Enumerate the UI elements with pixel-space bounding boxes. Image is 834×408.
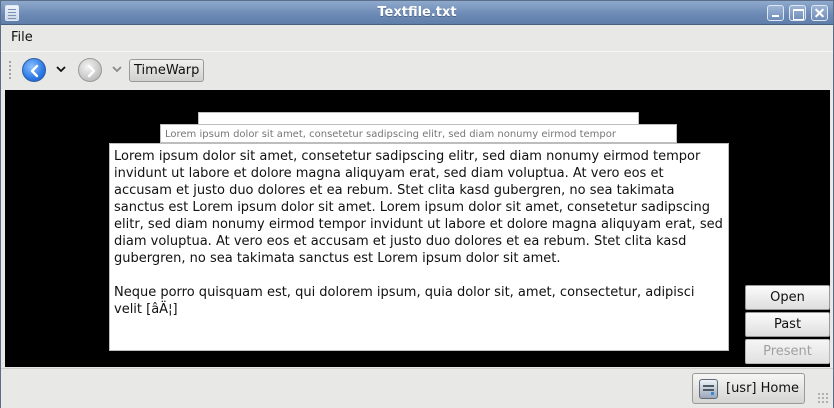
past-button[interactable]: Past xyxy=(745,312,830,337)
back-history-dropdown-icon[interactable] xyxy=(55,63,67,75)
timewarp-document-view[interactable]: Lorem ipsum dolor sit amet, consetetur s… xyxy=(5,90,830,367)
minimize-button[interactable] xyxy=(767,5,784,21)
current-document-page[interactable]: Lorem ipsum dolor sit amet, consetetur s… xyxy=(109,143,729,351)
toolbar-grip[interactable] xyxy=(8,60,12,80)
forward-arrow-icon xyxy=(87,64,96,78)
title-bar: Textfile.txt xyxy=(1,1,833,25)
window-title: Textfile.txt xyxy=(377,5,457,20)
back-arrow-icon xyxy=(30,64,39,78)
previous-document-page[interactable]: Lorem ipsum dolor sit amet, consetetur s… xyxy=(160,124,677,143)
present-button[interactable]: Present xyxy=(745,339,830,364)
resize-grip[interactable] xyxy=(817,392,829,404)
back-button[interactable] xyxy=(22,58,46,82)
maximize-button[interactable] xyxy=(789,5,806,21)
forward-button[interactable] xyxy=(78,58,102,82)
status-bar: [usr] Home xyxy=(1,368,833,408)
toolbar: TimeWarp xyxy=(1,51,833,87)
menu-file[interactable]: File xyxy=(11,30,33,45)
home-location-label: [usr] Home xyxy=(726,381,800,396)
application-window: Textfile.txt File TimeWarp Lorem ipsum d… xyxy=(0,0,834,408)
timewarp-button[interactable]: TimeWarp xyxy=(129,59,205,82)
forward-history-dropdown-icon[interactable] xyxy=(111,63,123,75)
document-text: Lorem ipsum dolor sit amet, consetetur s… xyxy=(114,149,723,317)
open-button[interactable]: Open xyxy=(745,285,830,310)
close-button[interactable] xyxy=(811,5,828,21)
home-location-button[interactable]: [usr] Home xyxy=(692,373,805,404)
previous-document-preview: Lorem ipsum dolor sit amet, consetetur s… xyxy=(165,129,616,140)
drive-icon xyxy=(699,379,718,399)
menu-bar: File xyxy=(1,26,833,48)
